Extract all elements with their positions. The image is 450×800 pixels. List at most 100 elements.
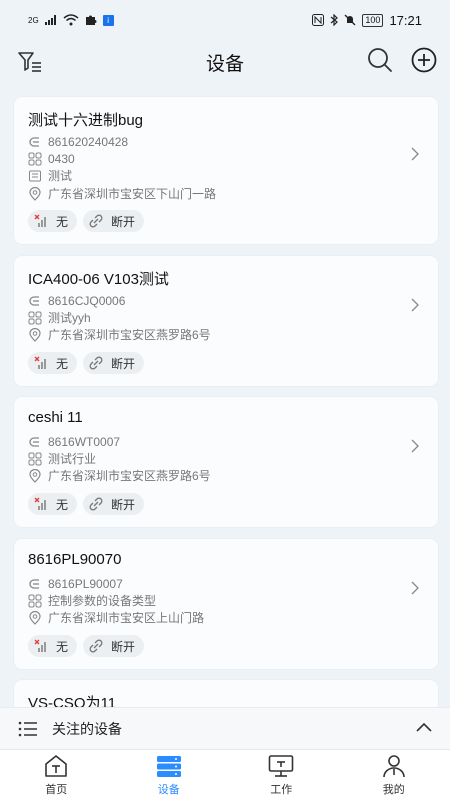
followed-devices-label: 关注的设备 xyxy=(52,720,122,737)
location-pin-icon xyxy=(29,186,41,201)
signal-badge: 无 xyxy=(28,352,78,374)
command-icon xyxy=(28,594,42,607)
device-name: ICA400-06 V103测试 xyxy=(28,271,169,288)
command-icon xyxy=(28,152,42,165)
device-code: 测试yyh xyxy=(48,311,91,325)
device-code: 控制参数的设备类型 xyxy=(48,594,157,608)
device-address: 广东省深圳市宝安区燕罗路6号 xyxy=(48,469,211,483)
signal-badge: 无 xyxy=(28,493,78,515)
device-code: 0430 xyxy=(48,151,75,166)
followed-devices-bar[interactable]: 关注的设备 xyxy=(0,707,450,749)
wifi-icon xyxy=(63,14,79,26)
device-card[interactable]: ICA400-06 V103测试 8616CJQ0006 测试yyh 广东省深圳… xyxy=(14,256,438,386)
info-notification-icon: i xyxy=(102,14,114,26)
network-type: 2G xyxy=(28,15,39,25)
connection-badge: 断开 xyxy=(83,352,145,374)
signal-badge: 无 xyxy=(28,635,78,657)
tab-profile[interactable]: 我的 xyxy=(338,750,450,800)
puzzle-icon xyxy=(85,15,97,25)
chevron-up-icon[interactable] xyxy=(416,722,432,732)
device-name: 8616PL90070 xyxy=(28,551,122,568)
filter-list-icon[interactable] xyxy=(16,48,44,76)
tab-label: 工作 xyxy=(270,783,293,796)
bluetooth-icon xyxy=(331,14,339,26)
page-title: 设备 xyxy=(205,53,244,75)
add-device-icon[interactable] xyxy=(410,46,438,74)
tab-label: 设备 xyxy=(157,783,180,796)
connection-text: 断开 xyxy=(111,356,136,371)
id-icon xyxy=(29,578,39,589)
connection-text: 断开 xyxy=(111,497,136,512)
monitor-icon xyxy=(268,754,294,777)
nfc-icon xyxy=(312,14,325,26)
list-icon xyxy=(18,721,37,736)
device-address: 广东省深圳市宝安区上山门路 xyxy=(48,611,205,625)
no-signal-icon xyxy=(34,639,46,652)
tab-label: 我的 xyxy=(382,783,405,796)
device-address: 广东省深圳市宝安区燕罗路6号 xyxy=(48,328,211,342)
connection-text: 断开 xyxy=(111,639,136,654)
device-imei: 8616CJQ0006 xyxy=(48,293,126,308)
code-row: 控制参数的设备类型 xyxy=(28,592,156,609)
connection-badge: 断开 xyxy=(83,635,145,657)
broken-link-icon xyxy=(89,214,103,228)
chevron-right-icon[interactable] xyxy=(410,439,420,453)
battery-indicator: 100 xyxy=(362,13,384,27)
imei-row: 8616CJQ0006 xyxy=(28,292,125,309)
status-time: 17:21 xyxy=(389,12,422,28)
device-card[interactable]: 测试十六进制bug 861620240428 0430 测试 广东省深圳市宝安区… xyxy=(14,97,438,244)
status-badges: 无 断开 xyxy=(28,352,145,374)
signal-badge: 无 xyxy=(28,210,78,232)
connection-badge: 断开 xyxy=(83,210,145,232)
id-icon xyxy=(29,436,39,447)
broken-link-icon xyxy=(89,639,103,653)
imei-row: 8616WT0007 xyxy=(28,433,120,450)
id-icon xyxy=(29,295,39,306)
address-row: 广东省深圳市宝安区燕罗路6号 xyxy=(28,467,211,484)
no-signal-icon xyxy=(34,497,46,510)
signal-text: 无 xyxy=(56,356,69,371)
device-name: 测试十六进制bug xyxy=(28,112,144,129)
device-imei: 8616PL90007 xyxy=(48,576,123,591)
chevron-right-icon[interactable] xyxy=(410,147,420,161)
tab-label: 首页 xyxy=(45,783,68,796)
location-pin-icon xyxy=(29,468,41,483)
address-row: 广东省深圳市宝安区下山门一路 xyxy=(28,185,216,202)
device-card[interactable]: 8616PL90070 8616PL90007 控制参数的设备类型 广东省深圳市… xyxy=(14,539,438,669)
imei-row: 8616PL90007 xyxy=(28,575,123,592)
tab-work[interactable]: 工作 xyxy=(225,750,338,800)
chevron-right-icon[interactable] xyxy=(410,298,420,312)
id-icon xyxy=(29,136,39,147)
address-row: 广东省深圳市宝安区上山门路 xyxy=(28,609,204,626)
no-signal-icon xyxy=(34,214,46,227)
command-icon xyxy=(28,452,42,465)
tab-home[interactable]: 首页 xyxy=(0,750,113,800)
device-card[interactable]: ceshi 11 8616WT0007 测试行业 广东省深圳市宝安区燕罗路6号 … xyxy=(14,397,438,527)
status-badges: 无 断开 xyxy=(28,635,145,657)
mute-icon xyxy=(344,14,356,26)
status-badges: 无 断开 xyxy=(28,493,145,515)
location-pin-icon xyxy=(29,610,41,625)
signal-text: 无 xyxy=(56,214,69,229)
chevron-right-icon[interactable] xyxy=(410,581,420,595)
connection-badge: 断开 xyxy=(83,493,145,515)
command-icon xyxy=(28,311,42,324)
device-name: ceshi 11 xyxy=(28,409,83,426)
status-badges: 无 断开 xyxy=(28,210,145,232)
search-icon[interactable] xyxy=(366,46,394,74)
signal-text: 无 xyxy=(56,639,69,654)
device-address: 广东省深圳市宝安区下山门一路 xyxy=(48,187,217,201)
device-group: 测试 xyxy=(48,169,73,183)
device-imei: 861620240428 xyxy=(48,134,129,149)
bottom-tab-bar: 首页 设备 工作 我的 xyxy=(0,749,450,800)
status-bar: 2G i 100 17:21 xyxy=(0,0,450,40)
device-imei: 8616WT0007 xyxy=(48,434,121,449)
app-header: 设备 xyxy=(0,40,450,84)
tab-devices[interactable]: 设备 xyxy=(113,750,226,800)
signal-text: 无 xyxy=(56,497,69,512)
code-row: 测试行业 xyxy=(28,450,96,467)
broken-link-icon xyxy=(89,497,103,511)
profile-icon xyxy=(382,754,405,777)
location-pin-icon xyxy=(29,327,41,342)
address-row: 广东省深圳市宝安区燕罗路6号 xyxy=(28,326,211,343)
